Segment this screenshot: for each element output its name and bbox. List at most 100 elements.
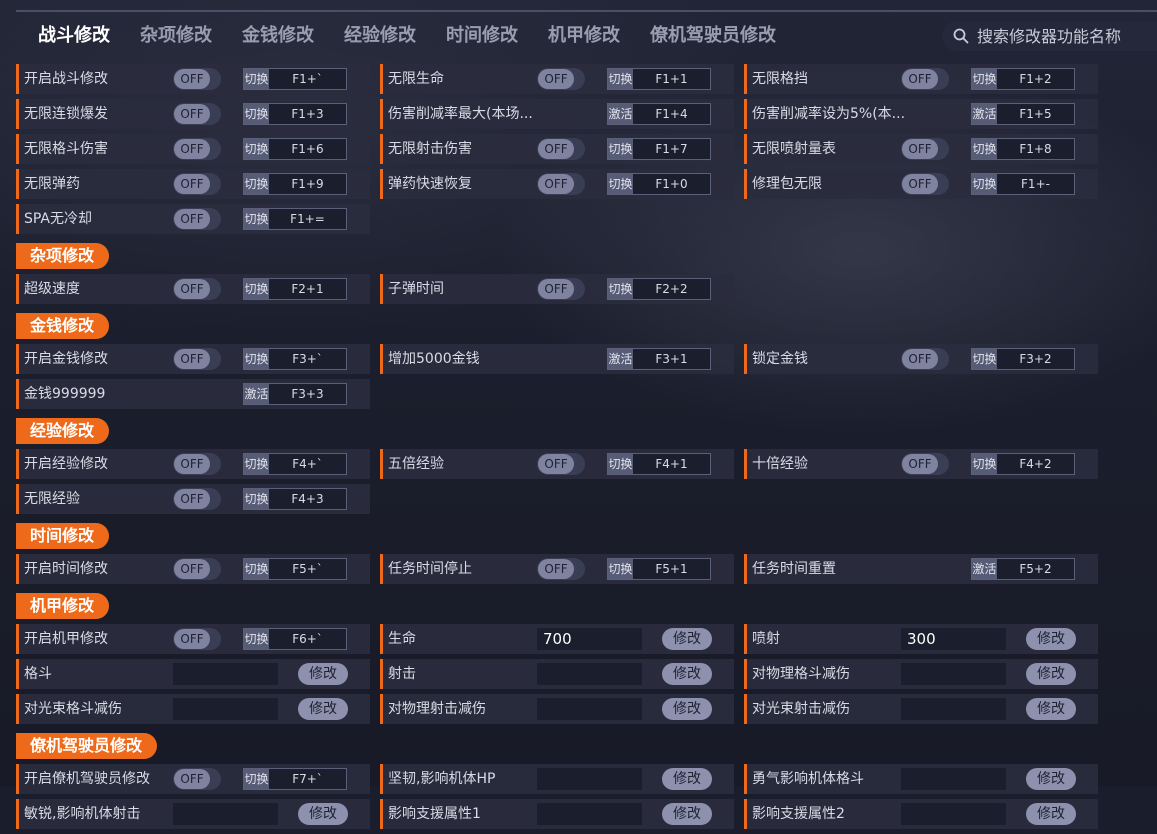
hotkey-field[interactable]: 切换 F2+1 <box>243 278 347 300</box>
value-input[interactable] <box>901 663 1006 685</box>
toggle-switch[interactable]: OFF <box>537 278 585 300</box>
toggle-switch[interactable]: OFF <box>901 68 949 90</box>
hotkey-field[interactable]: 切换 F1+= <box>243 208 347 230</box>
modify-button[interactable]: 修改 <box>298 663 348 685</box>
toggle-switch[interactable]: OFF <box>537 138 585 160</box>
modify-button[interactable]: 修改 <box>662 698 712 720</box>
toggle-switch[interactable]: OFF <box>173 453 221 475</box>
hotkey-field[interactable]: 切换 F2+2 <box>607 278 711 300</box>
hotkey-field[interactable]: 切换 F3+2 <box>971 348 1075 370</box>
search-box[interactable] <box>942 21 1157 51</box>
toggle-state: OFF <box>174 489 210 509</box>
hotkey-field[interactable]: 切换 F1+9 <box>243 173 347 195</box>
hotkey-field[interactable]: 切换 F1+` <box>243 68 347 90</box>
hotkey-field[interactable]: 激活 F3+3 <box>243 383 347 405</box>
toggle-switch[interactable]: OFF <box>537 173 585 195</box>
hotkey-field[interactable]: 激活 F1+5 <box>971 103 1075 125</box>
hotkey-field[interactable]: 切换 F5+` <box>243 558 347 580</box>
hotkey-field[interactable]: 切换 F1+0 <box>607 173 711 195</box>
toggle-switch[interactable]: OFF <box>173 68 221 90</box>
toggle-state: OFF <box>538 454 574 474</box>
option-cell: 无限生命 OFF 切换 F1+1 <box>380 64 734 94</box>
hotkey-field[interactable]: 激活 F3+1 <box>607 348 711 370</box>
toggle-switch[interactable]: OFF <box>173 138 221 160</box>
toggle-switch[interactable]: OFF <box>901 138 949 160</box>
modify-button[interactable]: 修改 <box>1026 768 1076 790</box>
option-row: 无限经验 OFF 切换 F4+3 <box>16 484 1157 514</box>
modify-button[interactable]: 修改 <box>1026 698 1076 720</box>
value-input[interactable] <box>173 663 278 685</box>
tab-combat[interactable]: 战斗修改 <box>38 22 110 50</box>
toggle-state: OFF <box>538 139 574 159</box>
toggle-switch[interactable]: OFF <box>901 453 949 475</box>
hotkey-field[interactable]: 切换 F4+3 <box>243 488 347 510</box>
option-cell: 修理包无限 OFF 切换 F1+- <box>744 169 1098 199</box>
hotkey-mode: 切换 <box>244 454 269 474</box>
option-row: 金钱999999 激活 F3+3 <box>16 379 1157 409</box>
hotkey-field[interactable]: 切换 F4+1 <box>607 453 711 475</box>
hotkey-field[interactable]: 切换 F1+8 <box>971 138 1075 160</box>
option-row: 无限连锁爆发 OFF 切换 F1+3 伤害削减率最大(本场... 激活 F1+4 伤害削减率设… <box>16 99 1157 129</box>
tab-mech[interactable]: 机甲修改 <box>548 22 620 50</box>
modify-button[interactable]: 修改 <box>662 628 712 650</box>
toggle-switch[interactable]: OFF <box>173 488 221 510</box>
modify-button[interactable]: 修改 <box>662 803 712 825</box>
tab-experience[interactable]: 经验修改 <box>344 22 416 50</box>
value-input[interactable] <box>173 803 278 825</box>
hotkey-field[interactable]: 切换 F1+6 <box>243 138 347 160</box>
value-input[interactable] <box>901 803 1006 825</box>
toggle-switch[interactable]: OFF <box>901 348 949 370</box>
option-cell: 无限经验 OFF 切换 F4+3 <box>16 484 370 514</box>
value-input[interactable] <box>901 698 1006 720</box>
modify-button[interactable]: 修改 <box>662 768 712 790</box>
hotkey-field[interactable]: 切换 F1+3 <box>243 103 347 125</box>
toggle-state: OFF <box>902 139 938 159</box>
toggle-switch[interactable]: OFF <box>173 208 221 230</box>
value-input[interactable] <box>537 698 642 720</box>
toggle-switch[interactable]: OFF <box>537 453 585 475</box>
tab-time[interactable]: 时间修改 <box>446 22 518 50</box>
hotkey-keys: F4+1 <box>655 457 688 471</box>
hotkey-mode: 切换 <box>972 139 997 159</box>
hotkey-field[interactable]: 切换 F3+` <box>243 348 347 370</box>
hotkey-field[interactable]: 切换 F4+` <box>243 453 347 475</box>
hotkey-field[interactable]: 激活 F1+4 <box>607 103 711 125</box>
toggle-switch[interactable]: OFF <box>173 173 221 195</box>
toggle-switch[interactable]: OFF <box>173 768 221 790</box>
hotkey-field[interactable]: 切换 F7+` <box>243 768 347 790</box>
toggle-switch[interactable]: OFF <box>537 558 585 580</box>
value-input[interactable] <box>537 768 642 790</box>
modify-button[interactable]: 修改 <box>1026 803 1076 825</box>
hotkey-field[interactable]: 切换 F4+2 <box>971 453 1075 475</box>
tab-wingman-pilot[interactable]: 僚机驾驶员修改 <box>650 22 776 50</box>
toggle-switch[interactable]: OFF <box>901 173 949 195</box>
hotkey-field[interactable]: 切换 F1+1 <box>607 68 711 90</box>
toggle-switch[interactable]: OFF <box>173 628 221 650</box>
hotkey-field[interactable]: 切换 F1+2 <box>971 68 1075 90</box>
value-input[interactable] <box>173 698 278 720</box>
value-input[interactable] <box>537 663 642 685</box>
hotkey-field[interactable]: 切换 F1+- <box>971 173 1075 195</box>
option-label: 修理包无限 <box>752 176 822 192</box>
hotkey-field[interactable]: 激活 F5+2 <box>971 558 1075 580</box>
toggle-switch[interactable]: OFF <box>537 68 585 90</box>
toggle-switch[interactable]: OFF <box>173 278 221 300</box>
modify-button[interactable]: 修改 <box>662 663 712 685</box>
modify-button[interactable]: 修改 <box>298 803 348 825</box>
toggle-switch[interactable]: OFF <box>173 103 221 125</box>
value-input[interactable]: 300 <box>901 628 1006 650</box>
value-input[interactable] <box>537 803 642 825</box>
modify-button[interactable]: 修改 <box>1026 628 1076 650</box>
hotkey-field[interactable]: 切换 F6+` <box>243 628 347 650</box>
search-input[interactable] <box>975 25 1149 47</box>
modify-button[interactable]: 修改 <box>1026 663 1076 685</box>
hotkey-field[interactable]: 切换 F5+1 <box>607 558 711 580</box>
value-input[interactable] <box>901 768 1006 790</box>
toggle-switch[interactable]: OFF <box>173 348 221 370</box>
tab-misc[interactable]: 杂项修改 <box>140 22 212 50</box>
modify-button[interactable]: 修改 <box>298 698 348 720</box>
tab-money[interactable]: 金钱修改 <box>242 22 314 50</box>
value-input[interactable]: 700 <box>537 628 642 650</box>
hotkey-field[interactable]: 切换 F1+7 <box>607 138 711 160</box>
toggle-switch[interactable]: OFF <box>173 558 221 580</box>
